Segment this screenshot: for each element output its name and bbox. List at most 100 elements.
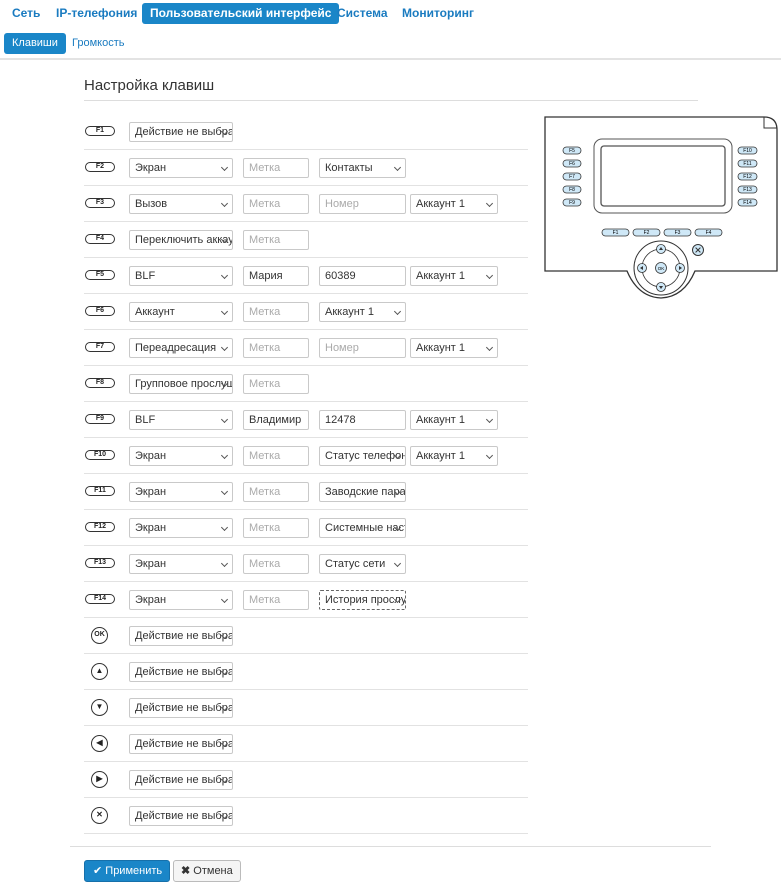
label-input[interactable]: Метка [243, 158, 309, 178]
number-input[interactable]: 60389 [319, 266, 406, 286]
parameter-select[interactable]: Статус сети [319, 554, 406, 574]
divider [84, 100, 698, 101]
parameter-select[interactable]: Системные настройки [319, 518, 406, 538]
label-input[interactable]: Метка [243, 446, 309, 466]
action-select[interactable]: Действие не выбрано [129, 122, 233, 142]
close-icon: ✕ [91, 807, 108, 824]
label-input[interactable]: Метка [243, 230, 309, 250]
action-select[interactable]: Переключить аккаунт [129, 230, 233, 250]
parameter-select[interactable]: История прослушивания [319, 590, 406, 610]
parameter-select[interactable]: Контакты [319, 158, 406, 178]
number-input[interactable]: Номер [319, 338, 406, 358]
account-select[interactable]: Аккаунт 1 [410, 266, 498, 286]
action-select[interactable]: Экран [129, 554, 233, 574]
key-icon: F8 [85, 378, 115, 388]
action-select[interactable]: Экран [129, 158, 233, 178]
action-select[interactable]: Действие не выбрано [129, 734, 233, 754]
divider [70, 846, 711, 847]
label-input[interactable]: Метка [243, 518, 309, 538]
ok-icon: OK [91, 627, 108, 644]
action-select[interactable]: Действие не выбрано [129, 662, 233, 682]
action-select[interactable]: Экран [129, 518, 233, 538]
label-input[interactable]: Мария [243, 266, 309, 286]
key-row: F12 Экран Метка Системные настройки [84, 510, 528, 546]
divider [0, 58, 781, 60]
action-select[interactable]: Действие не выбрано [129, 698, 233, 718]
phone-key-label: F11 [743, 161, 751, 167]
label-input[interactable]: Метка [243, 482, 309, 502]
phone-key-label: F12 [743, 174, 752, 180]
phone-key-label: F9 [569, 200, 575, 206]
account-select[interactable]: Аккаунт 1 [410, 446, 498, 466]
parameter-select[interactable]: Заводские параметры [319, 482, 406, 502]
phone-key-label: F3 [675, 230, 681, 236]
account-select[interactable]: Аккаунт 1 [410, 338, 498, 358]
label-input[interactable]: Метка [243, 194, 309, 214]
number-input[interactable]: Номер [319, 194, 406, 214]
phone-key-label: F14 [743, 200, 752, 206]
key-row: F10 Экран Метка Статус телефона Аккаунт 1 [84, 438, 528, 474]
phone-key: F5 [562, 146, 582, 155]
tab-keys[interactable]: Клавиши [4, 33, 66, 54]
phone-key: F9 [562, 198, 582, 207]
phone-key: F13 [737, 185, 758, 194]
key-row: F8 Групповое прослушивание Метка [84, 366, 528, 402]
label-input[interactable]: Метка [243, 554, 309, 574]
key-row: F7 Переадресация Метка Номер Аккаунт 1 [84, 330, 528, 366]
tab-volume[interactable]: Громкость [64, 33, 132, 54]
parameter-select[interactable]: Статус телефона [319, 446, 406, 466]
phone-key: F1 [601, 228, 630, 237]
key-icon: F13 [85, 558, 115, 568]
cancel-button[interactable]: ✖ Отмена [173, 860, 241, 882]
key-row: F4 Переключить аккаунт Метка [84, 222, 528, 258]
key-row: F1 Действие не выбрано [84, 114, 528, 150]
tab-monitoring[interactable]: Мониторинг [394, 3, 482, 24]
account-select[interactable]: Аккаунт 1 [410, 194, 498, 214]
tab-user-interface[interactable]: Пользовательский интерфейс [142, 3, 340, 24]
phone-key-label: F5 [569, 148, 575, 154]
phone-key: F3 [663, 228, 692, 237]
tab-ip-telephony[interactable]: IP-телефония [48, 3, 145, 24]
key-row: F6 Аккаунт Метка Аккаунт 1 [84, 294, 528, 330]
action-select[interactable]: Действие не выбрано [129, 626, 233, 646]
ok-key-label: OK [658, 266, 665, 271]
label-input[interactable]: Метка [243, 374, 309, 394]
action-select[interactable]: BLF [129, 410, 233, 430]
key-icon: F1 [85, 126, 115, 136]
phone-key-label: F13 [743, 187, 752, 193]
number-input[interactable]: 12478 [319, 410, 406, 430]
label-input[interactable]: Метка [243, 302, 309, 322]
phone-key-label: F8 [569, 187, 575, 193]
label-input[interactable]: Метка [243, 338, 309, 358]
phone-key-label: F7 [569, 174, 575, 180]
label-input[interactable]: Владимир [243, 410, 309, 430]
apply-button[interactable]: ✔ Применить [84, 860, 170, 882]
key-icon: F14 [85, 594, 115, 604]
action-select[interactable]: Экран [129, 482, 233, 502]
action-select[interactable]: Вызов [129, 194, 233, 214]
tab-system[interactable]: Система [329, 3, 396, 24]
key-row: OK Действие не выбрано [84, 618, 528, 654]
key-row: F14 Экран Метка История прослушивания [84, 582, 528, 618]
action-select[interactable]: Аккаунт [129, 302, 233, 322]
label-input[interactable]: Метка [243, 590, 309, 610]
key-row: ◀ Действие не выбрано [84, 726, 528, 762]
action-select[interactable]: Действие не выбрано [129, 806, 233, 826]
action-select[interactable]: BLF [129, 266, 233, 286]
parameter-select[interactable]: Аккаунт 1 [319, 302, 406, 322]
sub-navigation: Клавиши Громкость [0, 33, 781, 55]
key-icon: F11 [85, 486, 115, 496]
arrow-up-icon: ▲ [91, 663, 108, 680]
action-select[interactable]: Групповое прослушивание [129, 374, 233, 394]
arrow-down-icon: ▼ [91, 699, 108, 716]
action-select[interactable]: Экран [129, 590, 233, 610]
action-select[interactable]: Экран [129, 446, 233, 466]
phone-key-label: F1 [613, 230, 619, 236]
action-select[interactable]: Переадресация [129, 338, 233, 358]
account-select[interactable]: Аккаунт 1 [410, 410, 498, 430]
key-icon: F4 [85, 234, 115, 244]
key-icon: F9 [85, 414, 115, 424]
action-select[interactable]: Действие не выбрано [129, 770, 233, 790]
key-icon: F3 [85, 198, 115, 208]
tab-network[interactable]: Сеть [4, 3, 48, 24]
